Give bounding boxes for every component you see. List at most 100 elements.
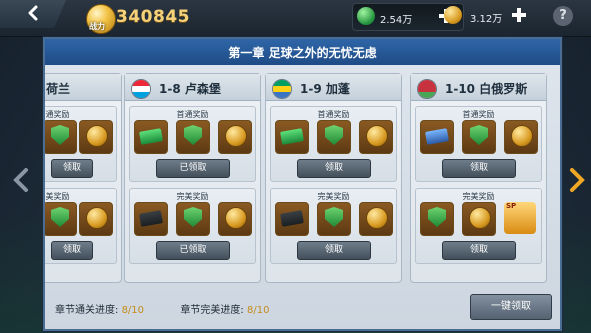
claim-button[interactable]: 领取	[51, 159, 93, 178]
reward-item-cards[interactable]	[275, 202, 309, 236]
first-clear-label: 首通奖励	[462, 110, 495, 119]
currency-2-value: 3.12万	[470, 14, 503, 25]
stage-card-header: 1-8 卢森堡	[125, 74, 260, 101]
shield-icon	[51, 125, 69, 145]
reward-item-shield[interactable]	[176, 202, 210, 236]
chapter-title: 第一章 足球之外的无忧无虑	[228, 46, 377, 60]
perfect-label: 完美奖励	[45, 192, 70, 201]
reward-item-ticket[interactable]	[134, 120, 168, 154]
perfect-reward: 完美奖励 领取	[45, 188, 117, 264]
stage-card-1-8: 1-8 卢森堡 首通奖励 已领取 完美奖励 已领取	[124, 73, 261, 283]
reward-item-shield[interactable]	[45, 120, 77, 154]
belarus-flag-icon	[417, 79, 437, 99]
cards-icon	[280, 210, 304, 227]
perfect-reward: 完美奖励 已领取	[129, 188, 256, 264]
first-clear-label: 首通奖励	[45, 110, 70, 119]
shield-icon	[428, 207, 446, 227]
coin-icon	[86, 125, 108, 147]
coin-icon	[511, 125, 533, 147]
chapter-progress: 章节通关进度: 8/10 章节完美进度: 8/10	[55, 301, 269, 316]
sp-pack-icon: SP	[504, 202, 536, 234]
reward-item-coin[interactable]	[79, 120, 113, 154]
next-arrow-icon[interactable]	[568, 168, 586, 192]
back-button[interactable]	[0, 0, 66, 28]
reward-items	[275, 120, 393, 154]
shield-icon	[325, 207, 343, 227]
luxembourg-flag-icon	[131, 79, 151, 99]
help-button[interactable]: ?	[553, 6, 573, 26]
stage-name: 1-8 卢森堡	[159, 82, 221, 96]
reward-item-coin[interactable]	[79, 202, 113, 236]
first-clear-reward: 首通奖励 已领取	[129, 106, 256, 182]
reward-item-transfer[interactable]	[420, 120, 454, 154]
stage-card-header: 1-9 加蓬	[266, 74, 401, 101]
perfect-progress-value: 8/10	[246, 305, 270, 316]
reward-item-sp-pack[interactable]: SP	[504, 202, 536, 234]
coin-icon	[225, 207, 247, 229]
currency-2-display: 3.12万	[440, 3, 540, 29]
coin-icon	[366, 125, 388, 147]
perfect-reward: 完美奖励 领取	[270, 188, 397, 264]
claim-button[interactable]: 领取	[442, 241, 516, 260]
reward-items	[275, 202, 393, 236]
cash-icon	[357, 7, 375, 25]
claim-button[interactable]: 领取	[297, 241, 371, 260]
claim-button[interactable]: 领取	[442, 159, 516, 178]
stage-card-header: 荷兰	[45, 74, 121, 101]
transfer-icon	[425, 128, 449, 145]
coin-icon	[366, 207, 388, 229]
reward-item-shield[interactable]	[45, 202, 77, 236]
reward-items: SP	[420, 202, 537, 236]
stage-card: 荷兰 首通奖励 领取 完美奖励 领取	[45, 73, 122, 283]
claimed-button[interactable]: 已领取	[156, 241, 230, 260]
reward-item-coin[interactable]	[359, 202, 393, 236]
reward-item-shield[interactable]	[462, 120, 496, 154]
top-bar: 战力 340845 2.54万 3.12万 ?	[0, 0, 591, 37]
coin-icon	[225, 125, 247, 147]
reward-items	[134, 120, 252, 154]
power-display: 战力 340845	[86, 4, 189, 34]
reward-items	[420, 120, 538, 154]
stage-cards: 荷兰 首通奖励 领取 完美奖励 领取	[45, 73, 560, 283]
power-label: 战力	[89, 22, 105, 31]
stage-name: 1-9 加蓬	[300, 82, 350, 96]
reward-items	[45, 120, 113, 154]
reward-item-shield[interactable]	[317, 120, 351, 154]
reward-item-coin[interactable]	[218, 120, 252, 154]
ticket-icon	[139, 128, 163, 145]
one-click-claim-button[interactable]: 一键领取	[470, 294, 552, 320]
reward-item-ticket[interactable]	[275, 120, 309, 154]
coin-icon	[86, 207, 108, 229]
previous-arrow-icon[interactable]	[12, 168, 30, 192]
first-clear-label: 首通奖励	[317, 110, 350, 119]
power-value: 340845	[116, 7, 190, 27]
perfect-reward: 完美奖励 SP 领取	[415, 188, 542, 264]
reward-item-shield[interactable]	[317, 202, 351, 236]
first-clear-reward: 首通奖励 领取	[270, 106, 397, 182]
reward-item-cards[interactable]	[134, 202, 168, 236]
claimed-button[interactable]: 已领取	[156, 159, 230, 178]
reward-item-shield[interactable]	[176, 120, 210, 154]
first-clear-label: 首通奖励	[176, 110, 209, 119]
ticket-icon	[280, 128, 304, 145]
cards-icon	[139, 210, 163, 227]
coin-icon	[469, 207, 491, 229]
reward-item-coin[interactable]	[504, 120, 538, 154]
reward-item-coin[interactable]	[218, 202, 252, 236]
reward-item-shield[interactable]	[420, 202, 454, 236]
pass-progress-value: 8/10	[121, 305, 145, 316]
reward-item-coin[interactable]	[462, 202, 496, 236]
claim-button[interactable]: 领取	[297, 159, 371, 178]
reward-items	[134, 202, 252, 236]
stage-name: 1-10 白俄罗斯	[445, 82, 528, 96]
perfect-progress-label: 章节完美进度:	[180, 305, 244, 316]
back-arrow-icon	[28, 5, 38, 21]
reward-item-coin[interactable]	[359, 120, 393, 154]
add-currency-2-button[interactable]	[512, 8, 526, 22]
pass-progress-label: 章节通关进度:	[55, 305, 119, 316]
claim-button[interactable]: 领取	[51, 241, 93, 260]
first-clear-reward: 首通奖励 领取	[45, 106, 117, 182]
gold-coin-icon	[444, 6, 462, 24]
perfect-label: 完美奖励	[317, 192, 350, 201]
perfect-label: 完美奖励	[176, 192, 209, 201]
